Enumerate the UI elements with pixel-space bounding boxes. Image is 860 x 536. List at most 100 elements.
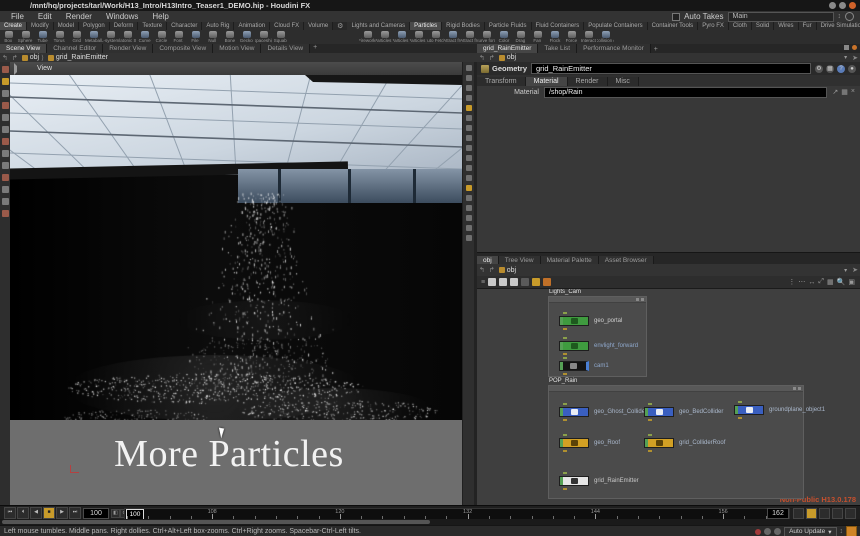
camera-icon[interactable]: [466, 155, 472, 161]
jump-to-node-icon[interactable]: ↗: [832, 88, 838, 96]
forward-arrow-icon-right[interactable]: ↱: [487, 54, 497, 62]
tool-collision-d[interactable]: Collision d: [597, 30, 614, 44]
shelf-tab-solid[interactable]: Solid: [752, 22, 774, 30]
node-display-icon[interactable]: [488, 278, 496, 286]
back-arrow-icon[interactable]: ↰: [0, 54, 10, 62]
maximize-button[interactable]: [839, 2, 846, 9]
tab-take-list[interactable]: Take List: [538, 44, 577, 53]
expand-icon[interactable]: ⤢: [818, 278, 824, 286]
tool-fan[interactable]: Fan: [529, 30, 546, 44]
node-name-field[interactable]: grid_RainEmitter: [531, 63, 811, 74]
take-spinner-icon[interactable]: ↕: [838, 13, 842, 20]
shelf-tab-particle-fluids[interactable]: Particle Fluids: [485, 22, 532, 30]
shelf-tab-modify[interactable]: Modify: [27, 22, 54, 30]
shelf-tab-container-tools[interactable]: Container Tools: [648, 22, 699, 30]
auto-update-selector[interactable]: Auto Update ▾: [784, 527, 836, 536]
tool-curve[interactable]: Curve: [136, 30, 153, 44]
param-tab-material[interactable]: Material: [526, 77, 568, 86]
home-icon[interactable]: [466, 95, 472, 101]
prev-keyframe-icon[interactable]: ⏴: [17, 507, 29, 519]
shelf-tab-cloud-fx[interactable]: Cloud FX: [270, 22, 304, 30]
shelf-tab-fur[interactable]: Fur: [799, 22, 817, 30]
tool-color[interactable]: Color: [495, 30, 512, 44]
clear-icon[interactable]: ×: [851, 88, 855, 96]
step-size-icon[interactable]: [819, 508, 830, 519]
tool-font[interactable]: Font: [170, 30, 187, 44]
tool-circle[interactable]: Circle: [153, 30, 170, 44]
node-grid-colliderroof[interactable]: grid_ColliderRoof: [644, 437, 725, 449]
tool-tube[interactable]: Tube: [34, 30, 51, 44]
tool-sphere[interactable]: Sphere: [17, 30, 34, 44]
loop-mode-icon[interactable]: [806, 508, 817, 519]
flag-orange-icon[interactable]: [543, 278, 551, 286]
display-options-icon[interactable]: [466, 185, 472, 191]
auto-takes-checkbox[interactable]: [672, 13, 680, 21]
shelf-tab-drive-simulation[interactable]: Drive Simulation: [817, 22, 860, 30]
forward-arrow-icon[interactable]: ↱: [10, 54, 20, 62]
node-geo-portal[interactable]: geo_portal: [559, 315, 622, 327]
shelf-tab-model[interactable]: Model: [54, 22, 79, 30]
tool-platonic-so[interactable]: Platonic So: [119, 30, 136, 44]
menu-edit[interactable]: Edit: [31, 12, 59, 21]
pose-icon[interactable]: [2, 78, 9, 85]
tool-fireworks[interactable]: Fireworks: [359, 30, 376, 44]
wireframe-icon[interactable]: [466, 135, 472, 141]
tool-spaceship[interactable]: Spaceship: [255, 30, 272, 44]
tool-box[interactable]: Box: [0, 30, 17, 44]
node-geo-roof[interactable]: geo_Roof: [559, 437, 620, 449]
viewport-menu-icon[interactable]: [14, 63, 23, 75]
material-field[interactable]: /shop/Rain: [544, 87, 827, 98]
add-tab-icon[interactable]: +: [310, 44, 320, 53]
connect-mode-icon[interactable]: ↔: [808, 279, 815, 286]
path-dropdown-icon[interactable]: ▾: [841, 54, 850, 61]
tab-composite-view[interactable]: Composite View: [153, 44, 213, 53]
shelf-tab-pyro-fx[interactable]: Pyro FX: [698, 22, 729, 30]
param-tab-transform[interactable]: Transform: [477, 77, 526, 86]
minimize-button[interactable]: [829, 2, 836, 9]
shelf-tab-texture[interactable]: Texture: [138, 22, 167, 30]
tool-particles-fr[interactable]: Particles fr: [393, 30, 410, 44]
pin-icon[interactable]: [2, 138, 9, 145]
node-cam1[interactable]: cam1: [559, 360, 609, 372]
tool-null[interactable]: Null: [204, 30, 221, 44]
pane-maximize-icon[interactable]: [844, 45, 849, 50]
flag-amber-icon[interactable]: [532, 278, 540, 286]
scene-viewport[interactable]: View More Particles: [10, 62, 462, 505]
update-spinner-icon[interactable]: ↕: [840, 528, 844, 535]
breadcrumb-root[interactable]: obj: [30, 54, 39, 61]
shelf-tab-wires[interactable]: Wires: [774, 22, 798, 30]
tool-interact[interactable]: Interact: [580, 30, 597, 44]
shelf-tab-cloth[interactable]: Cloth: [729, 22, 752, 30]
play-reverse-icon[interactable]: ◀: [30, 507, 42, 519]
select-mode-icon[interactable]: [466, 115, 472, 121]
shade-icon[interactable]: [466, 125, 472, 131]
realtime-toggle-icon[interactable]: [793, 508, 804, 519]
menu-file[interactable]: File: [4, 12, 31, 21]
pan-icon[interactable]: [466, 75, 472, 81]
pane-menu-icon[interactable]: [852, 45, 857, 50]
tool-particles-fr[interactable]: Particles fr: [376, 30, 393, 44]
overflow-dots-icon[interactable]: ⋮: [788, 278, 795, 286]
tab-performance-monitor[interactable]: Performance Monitor: [577, 44, 651, 53]
net-forward-arrow-icon[interactable]: ↱: [487, 266, 497, 274]
fast-forward-icon[interactable]: ⏭: [69, 507, 81, 519]
shelf-tab-volume[interactable]: Volume: [304, 22, 333, 30]
shelf-tab-auto-rig[interactable]: Auto Rig: [202, 22, 234, 30]
close-button[interactable]: [849, 2, 856, 9]
tab-render-view[interactable]: Render View: [103, 44, 153, 53]
select-arrow-icon[interactable]: [2, 102, 9, 109]
node-bypass-icon[interactable]: [510, 278, 518, 286]
tool-grid[interactable]: Grid: [68, 30, 85, 44]
shelf-tab-polygon[interactable]: Polygon: [79, 22, 110, 30]
breadcrumb-node[interactable]: grid_RainEmitter: [56, 54, 108, 61]
tool-auto-fetch[interactable]: Auto Fetch: [427, 30, 444, 44]
node-groundplane-object1[interactable]: groundplane_object1: [734, 404, 825, 416]
play-icon[interactable]: ▶: [56, 507, 68, 519]
open-chooser-icon[interactable]: ▦: [841, 88, 848, 96]
breadcrumb-root-right[interactable]: obj: [507, 54, 516, 61]
layers-icon[interactable]: ▦: [826, 65, 834, 73]
view-tool-icon[interactable]: [466, 65, 472, 71]
flipbook-icon[interactable]: [2, 186, 9, 193]
frame-icon[interactable]: [466, 105, 472, 111]
tab-grid-rainemitter[interactable]: grid_RainEmitter: [477, 44, 538, 53]
